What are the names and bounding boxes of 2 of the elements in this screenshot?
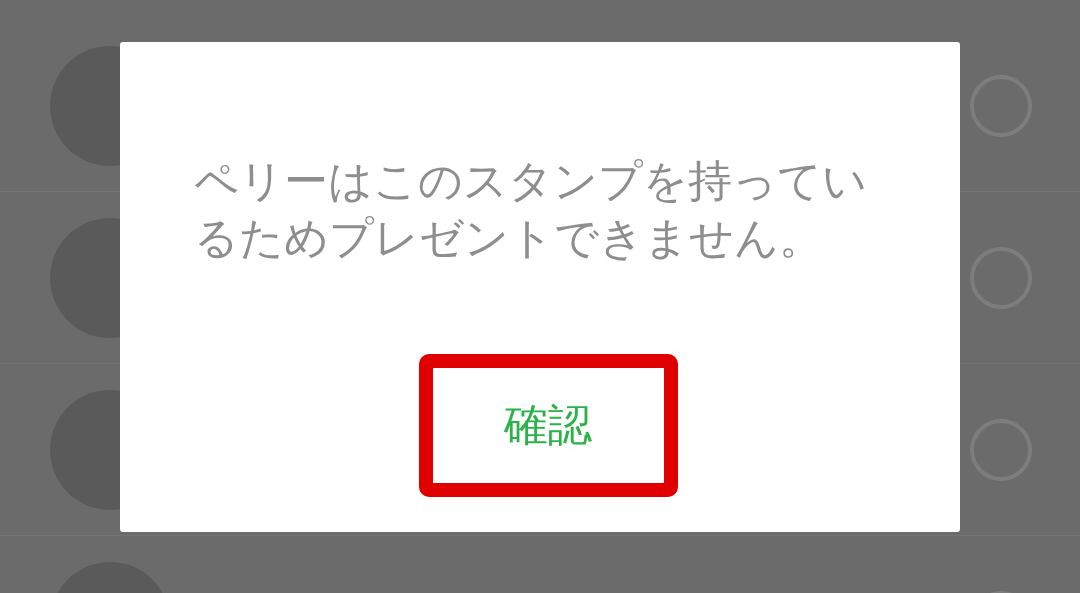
confirm-button[interactable]: 確認 [418, 354, 678, 497]
dialog-message: ペリーはこのスタンプを持っているためプレゼントできません。 [194, 154, 868, 265]
